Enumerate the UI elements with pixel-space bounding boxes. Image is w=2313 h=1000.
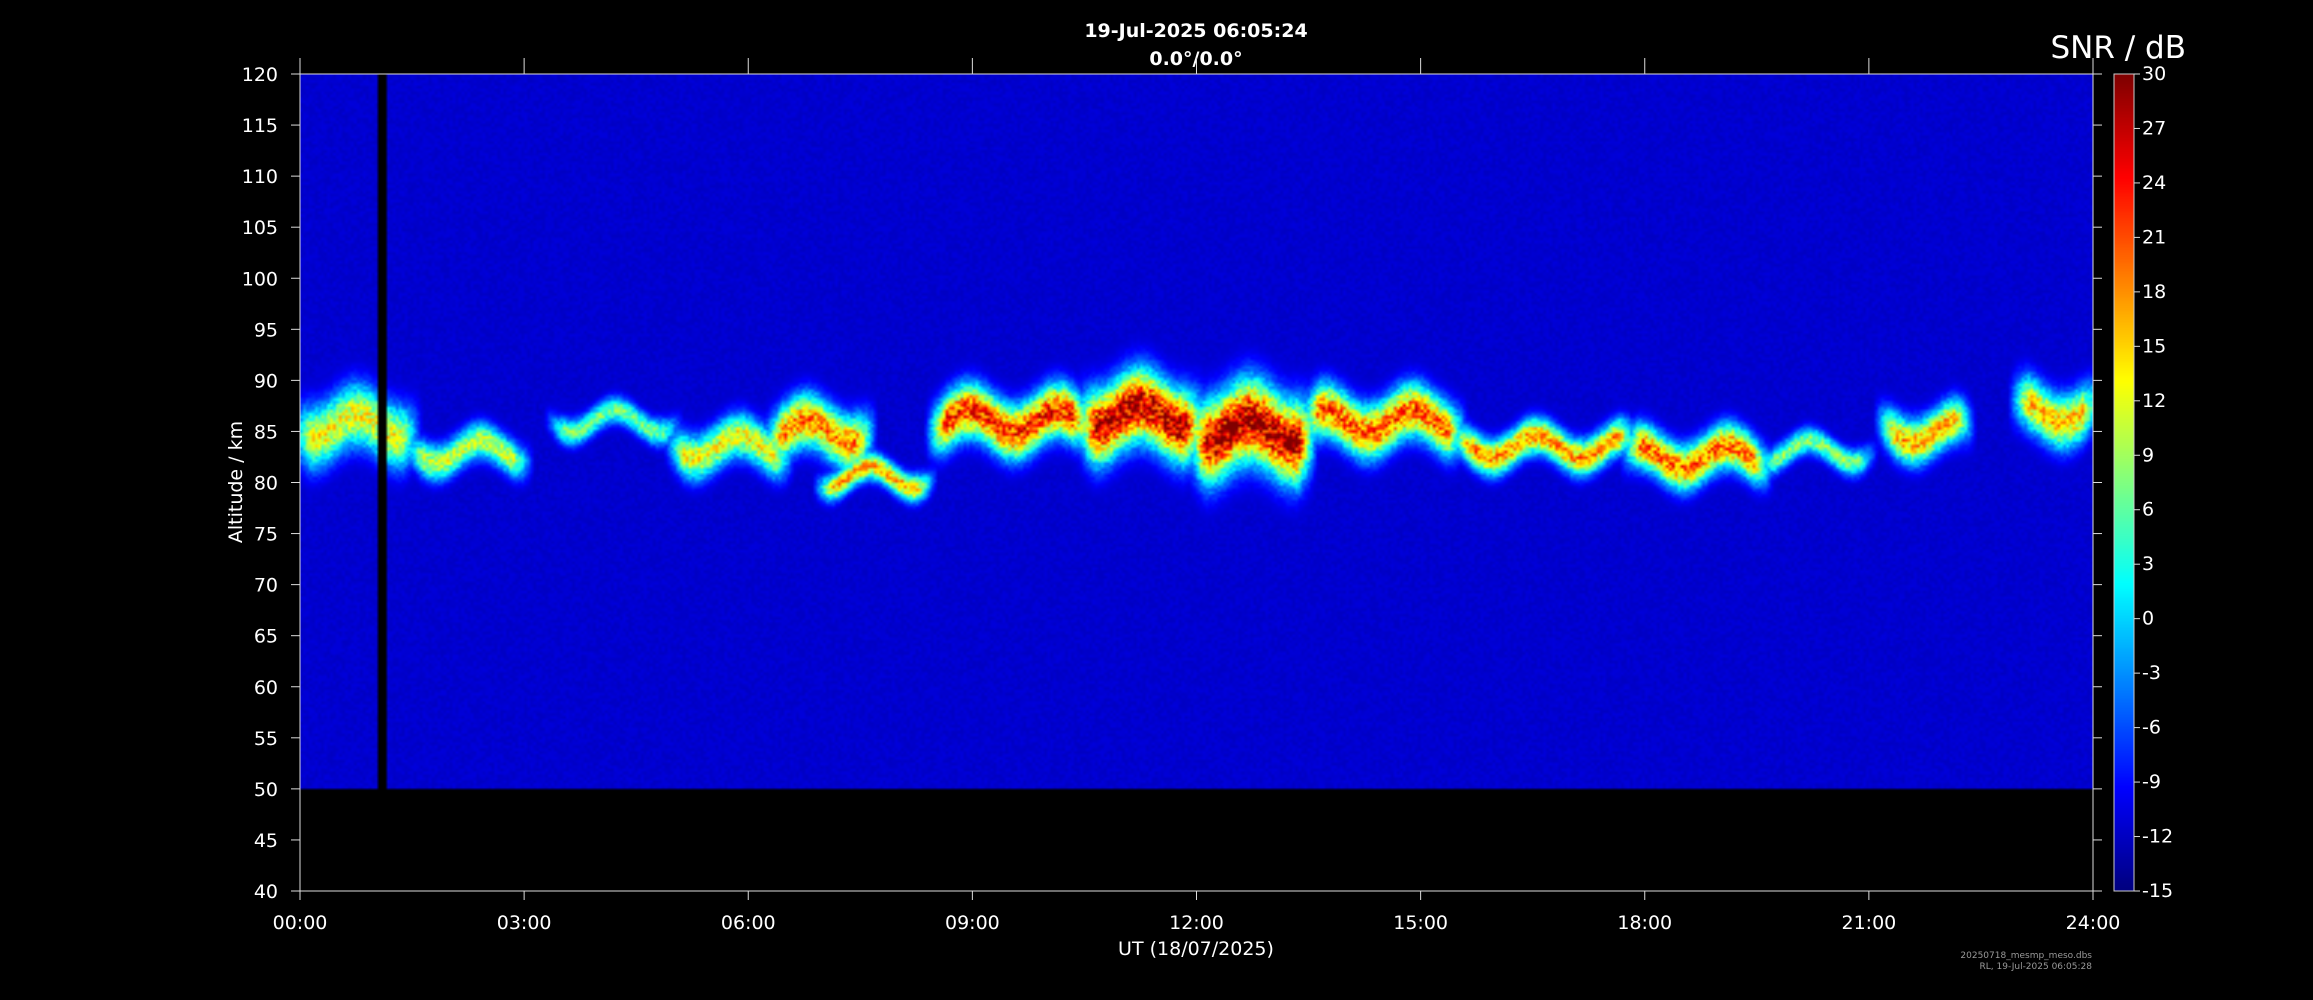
y-tick-label: 90 <box>254 370 278 392</box>
y-tick-label: 50 <box>254 779 278 801</box>
y-tick-label: 85 <box>254 421 278 443</box>
y-tick-label: 95 <box>254 319 278 341</box>
x-axis-label: UT (18/07/2025) <box>1118 938 1274 960</box>
colorbar-gradient <box>2114 74 2134 891</box>
y-tick-label: 60 <box>254 677 278 699</box>
y-tick-label: 110 <box>242 166 278 188</box>
y-tick-label: 55 <box>254 728 278 750</box>
x-tick-label: 12:00 <box>1169 912 1224 934</box>
snr-heatmap-image <box>300 74 2093 891</box>
y-tick-label: 45 <box>254 830 278 852</box>
colorbar-tick-label: -12 <box>2142 826 2173 848</box>
y-tick-label: 115 <box>242 115 278 137</box>
colorbar-tick-label: -6 <box>2142 717 2161 739</box>
x-tick-label: 06:00 <box>721 912 776 934</box>
y-tick-label: 75 <box>254 524 278 546</box>
y-tick-label: 80 <box>254 473 278 495</box>
x-tick-label: 00:00 <box>273 912 328 934</box>
y-tick-label: 105 <box>242 217 278 239</box>
x-tick-label: 24:00 <box>2066 912 2121 934</box>
colorbar-tick-label: 18 <box>2142 281 2166 303</box>
colorbar-title: SNR / dB <box>2050 30 2186 66</box>
colorbar-tick-label: 30 <box>2142 63 2166 85</box>
snr-heatmap-chart: 19-Jul-2025 06:05:24 0.0°/0.0° 00:00 03:0… <box>225 20 2186 972</box>
colorbar-tick-label: 9 <box>2142 444 2154 466</box>
y-tick-label: 40 <box>254 881 278 903</box>
colorbar-tick-label: 15 <box>2142 335 2166 357</box>
colorbar-tick-label: 12 <box>2142 390 2166 412</box>
x-tick-label: 18:00 <box>1617 912 1672 934</box>
plot-area <box>300 74 2093 891</box>
colorbar-tick-label: 3 <box>2142 553 2154 575</box>
footer-timestamp: RL, 19-Jul-2025 06:05:28 <box>1980 962 2093 972</box>
footer-filename: 20250718_mesmp_meso.dbs <box>1960 951 2092 961</box>
x-tick-label: 15:00 <box>1393 912 1448 934</box>
chart-title: 19-Jul-2025 06:05:24 <box>1084 20 1307 42</box>
y-tick-label: 100 <box>242 268 278 290</box>
y-tick-label: 65 <box>254 626 278 648</box>
colorbar: -15 -12 -9 -6 -3 0 3 6 9 12 15 18 21 24 27 30 <box>2113 63 2173 902</box>
x-tick-label: 09:00 <box>945 912 1000 934</box>
colorbar-tick-label: 24 <box>2142 172 2166 194</box>
colorbar-tick-label: -9 <box>2142 771 2161 793</box>
x-tick-label: 21:00 <box>1841 912 1896 934</box>
colorbar-tick-label: 27 <box>2142 117 2166 139</box>
colorbar-tick-label: -3 <box>2142 662 2161 684</box>
x-tick-label: 03:00 <box>497 912 552 934</box>
colorbar-tick-label: 6 <box>2142 499 2154 521</box>
y-tick-label: 120 <box>242 64 278 86</box>
colorbar-tick-label: -15 <box>2142 880 2173 902</box>
colorbar-tick-label: 0 <box>2142 608 2154 630</box>
colorbar-tick-label: 21 <box>2142 226 2166 248</box>
y-tick-label: 70 <box>254 575 278 597</box>
y-axis-label: Altitude / km <box>225 421 247 543</box>
